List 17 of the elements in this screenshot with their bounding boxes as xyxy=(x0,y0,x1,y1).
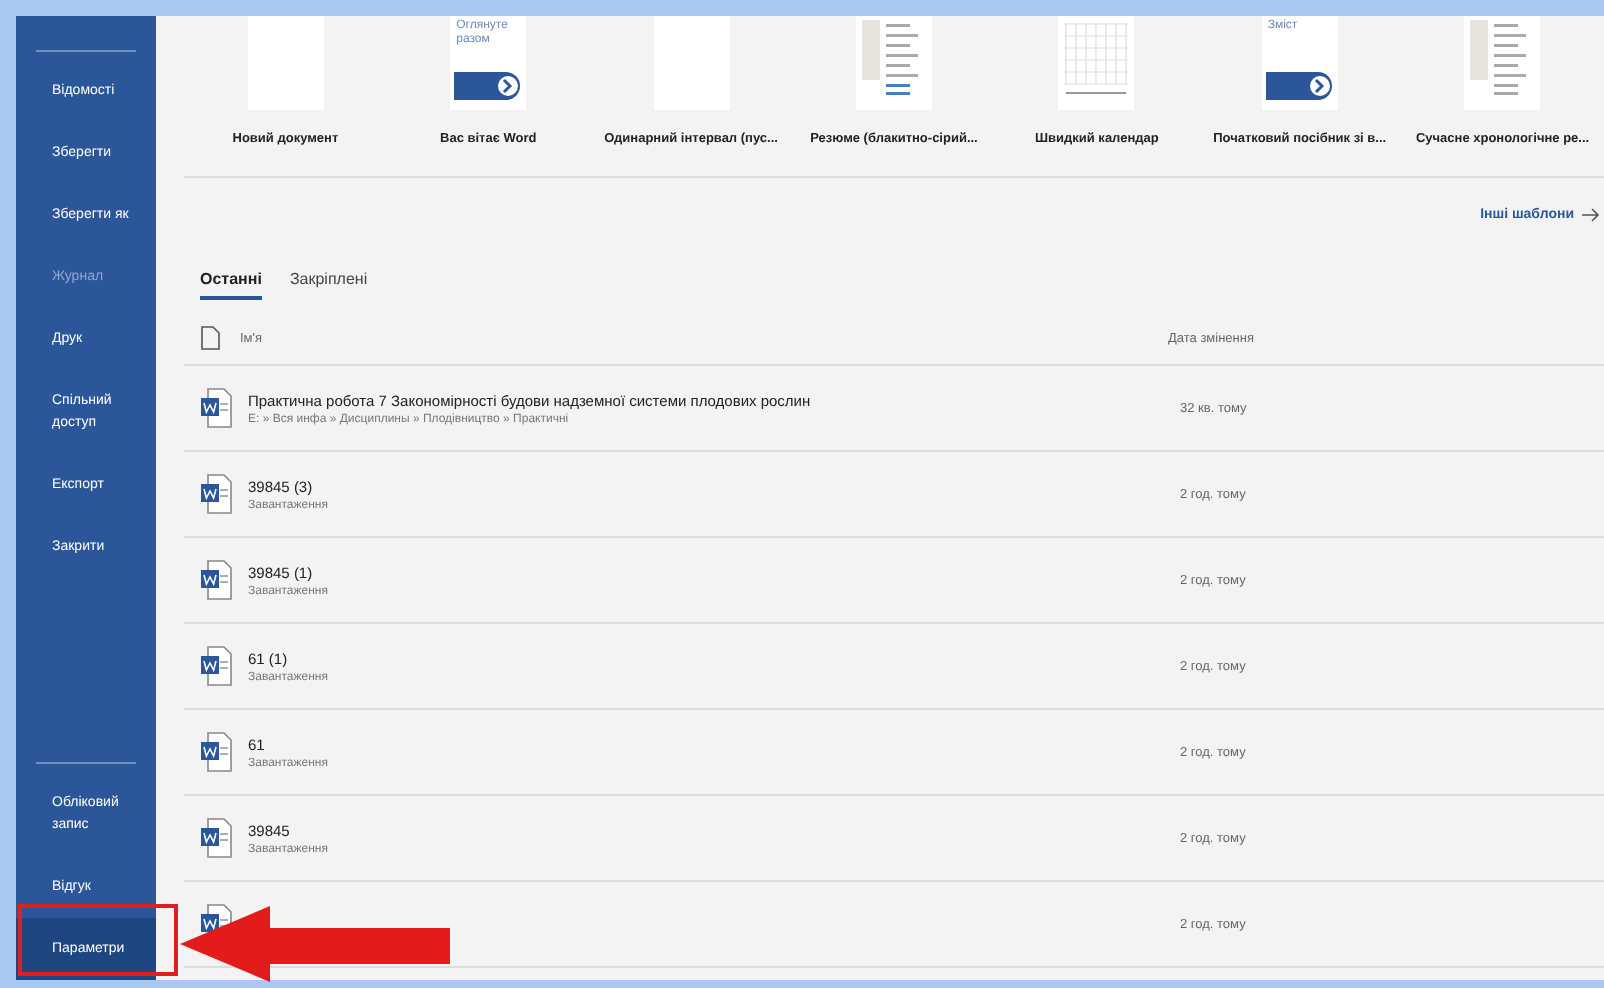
arrow-banner-icon xyxy=(1265,72,1334,100)
word-document-icon xyxy=(200,474,232,514)
word-document-icon xyxy=(200,646,232,686)
template-thumbnail[interactable] xyxy=(653,16,730,110)
word-document-icon xyxy=(200,388,232,428)
template-thumbnail[interactable] xyxy=(1464,16,1541,110)
word-document-icon xyxy=(200,560,232,600)
arrow-right-icon xyxy=(1582,207,1600,221)
arrow-banner-icon xyxy=(454,72,523,100)
word-document-icon xyxy=(200,732,232,772)
tab[interactable]: Закріплені xyxy=(289,270,368,300)
file-icon xyxy=(200,326,220,350)
template-thumbnail[interactable] xyxy=(1058,16,1135,110)
word-document-icon xyxy=(200,818,232,858)
template-thumbnail[interactable] xyxy=(247,16,324,110)
tab[interactable]: Останні xyxy=(200,270,262,300)
template-thumbnail[interactable] xyxy=(855,16,932,110)
